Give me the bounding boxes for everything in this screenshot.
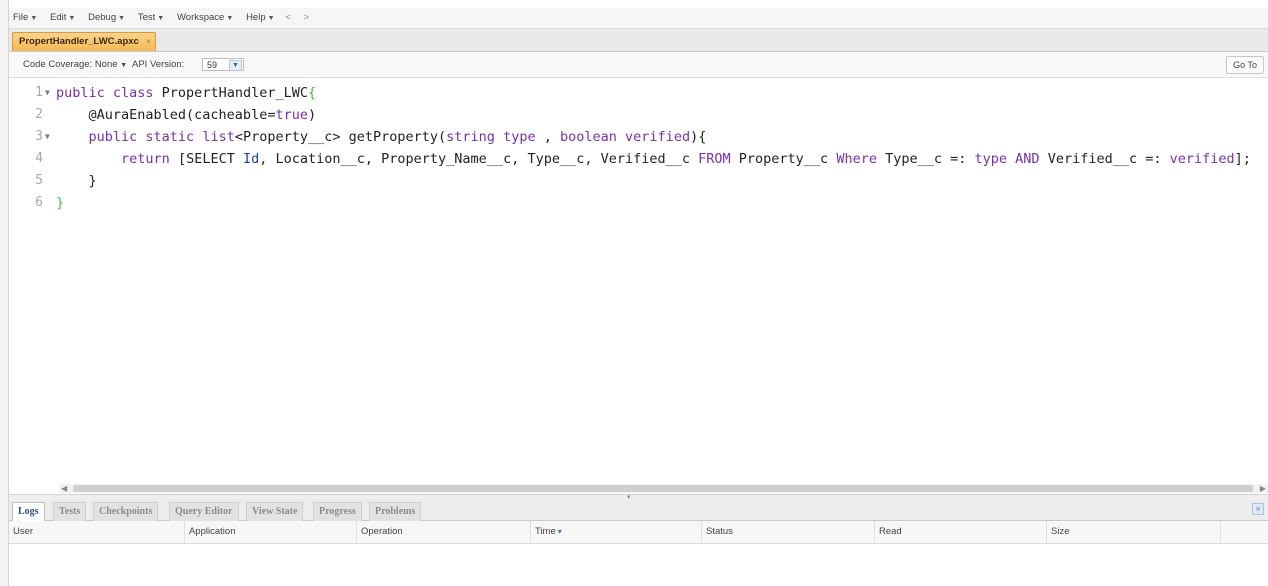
scrollbar-thumb[interactable] xyxy=(73,485,1253,492)
api-version-value: 59 xyxy=(207,60,218,70)
column-header-user[interactable]: User xyxy=(9,521,185,543)
menu-debug[interactable]: Debug ▼ xyxy=(88,8,125,29)
column-header-application[interactable]: Application xyxy=(185,521,357,543)
menu-workspace[interactable]: Workspace ▼ xyxy=(177,8,233,29)
code-coverage-dropdown[interactable]: Code Coverage: None ▼ xyxy=(23,52,127,78)
tab-tests[interactable]: Tests xyxy=(53,502,87,521)
column-header-operation[interactable]: Operation xyxy=(357,521,531,543)
bottom-panel-tabs: Logs Tests Checkpoints Query Editor View… xyxy=(9,500,1268,521)
menu-test[interactable]: Test ▼ xyxy=(138,8,164,29)
line-number: 3 ▼ xyxy=(9,126,50,148)
column-header-status[interactable]: Status xyxy=(702,521,875,543)
menu-edit[interactable]: Edit ▼ xyxy=(50,8,75,29)
column-header-time[interactable]: Time ▾ xyxy=(531,521,702,543)
code-line-4: return [SELECT Id, Location__c, Property… xyxy=(121,151,1251,167)
developer-console: File ▼ Edit ▼ Debug ▼ Test ▼ Workspace ▼ Help… xyxy=(9,0,1268,586)
fold-arrow-icon[interactable]: ▼ xyxy=(45,82,50,104)
line-number-gutter: 1 ▼ 2 3 ▼ 4 5 6 xyxy=(9,78,51,483)
line-number: 2 xyxy=(35,107,43,122)
tab-query-editor[interactable]: Query Editor xyxy=(169,502,239,521)
chevron-down-icon: ▼ xyxy=(226,15,234,22)
file-tab-label: PropertHandler_LWC.apxc xyxy=(19,36,139,47)
go-to-button[interactable]: Go To xyxy=(1226,56,1264,74)
code-line-2: @AuraEnabled(cacheable=true) xyxy=(56,107,317,123)
code-editor[interactable]: 1 ▼ 2 3 ▼ 4 5 6 public class PropertHandle… xyxy=(9,78,1268,483)
code-line-3: public static list<Property__c> getPrope… xyxy=(88,129,707,145)
tab-logs[interactable]: Logs xyxy=(12,502,45,521)
file-tab-strip: PropertHandler_LWC.apxc × xyxy=(9,29,1268,52)
menu-help-label: Help xyxy=(246,12,266,23)
chevron-down-icon: ▼ xyxy=(157,15,165,22)
menu-bar: File ▼ Edit ▼ Debug ▼ Test ▼ Workspace ▼ Help… xyxy=(9,8,1268,29)
logs-table-header: User Application Operation Time ▾ Status … xyxy=(9,521,1268,544)
menu-file[interactable]: File ▼ xyxy=(13,8,37,29)
code-line-6: } xyxy=(56,195,65,211)
chevron-down-icon: ▼ xyxy=(120,62,128,69)
editor-toolbar: Code Coverage: None ▼ API Version: 59 ▼ … xyxy=(9,52,1268,78)
left-edge-bar xyxy=(0,0,9,586)
tab-progress[interactable]: Progress xyxy=(313,502,362,521)
forward-arrow-button[interactable]: > xyxy=(304,8,310,28)
menu-debug-label: Debug xyxy=(88,12,117,23)
api-version-label: API Version: xyxy=(132,59,185,70)
line-number: 5 xyxy=(35,173,43,188)
column-header-read[interactable]: Read xyxy=(875,521,1047,543)
back-arrow-button[interactable]: < xyxy=(285,8,291,28)
fold-arrow-icon[interactable]: ▼ xyxy=(45,126,50,148)
line-number: 6 xyxy=(35,195,43,210)
tab-problems[interactable]: Problems xyxy=(369,502,422,521)
line-number: 4 xyxy=(35,151,43,166)
menu-test-label: Test xyxy=(137,12,156,23)
menu-edit-label: Edit xyxy=(50,12,67,23)
file-tab-propert-handler[interactable]: PropertHandler_LWC.apxc × xyxy=(12,32,156,51)
code-coverage-label: Code Coverage: None xyxy=(23,59,118,70)
horizontal-scrollbar[interactable]: ◀ ▶ xyxy=(59,484,1268,493)
tab-checkpoints[interactable]: Checkpoints xyxy=(93,502,159,521)
column-header-time-label: Time xyxy=(535,526,556,537)
chevron-down-icon: ▼ xyxy=(229,60,242,71)
menu-help[interactable]: Help ▼ xyxy=(246,8,274,29)
scroll-left-icon[interactable]: ◀ xyxy=(61,484,67,493)
menu-file-label: File xyxy=(13,12,29,23)
api-version-select[interactable]: 59 ▼ xyxy=(202,58,244,71)
chevron-down-icon: ▼ xyxy=(30,15,38,22)
line-number-text: 3 xyxy=(35,129,43,144)
sort-descending-icon: ▾ xyxy=(557,527,562,536)
chevron-down-icon: ▼ xyxy=(68,15,76,22)
menu-workspace-label: Workspace xyxy=(177,12,225,23)
scroll-right-icon[interactable]: ▶ xyxy=(1260,484,1266,493)
code-line-1: public class PropertHandler_LWC{ xyxy=(56,85,317,101)
chevron-down-icon: ▼ xyxy=(267,15,275,22)
close-icon[interactable]: × xyxy=(146,33,151,51)
line-number: 1 ▼ xyxy=(9,82,50,104)
line-number-text: 1 xyxy=(35,85,43,100)
tab-view-state[interactable]: View State xyxy=(246,502,304,521)
code-line-5: } xyxy=(56,173,97,189)
collapse-panel-icon[interactable]: » xyxy=(1252,503,1264,515)
logs-table: User Application Operation Time ▾ Status … xyxy=(9,521,1268,586)
chevron-down-icon: ▼ xyxy=(118,15,126,22)
column-header-size[interactable]: Size xyxy=(1047,521,1221,543)
